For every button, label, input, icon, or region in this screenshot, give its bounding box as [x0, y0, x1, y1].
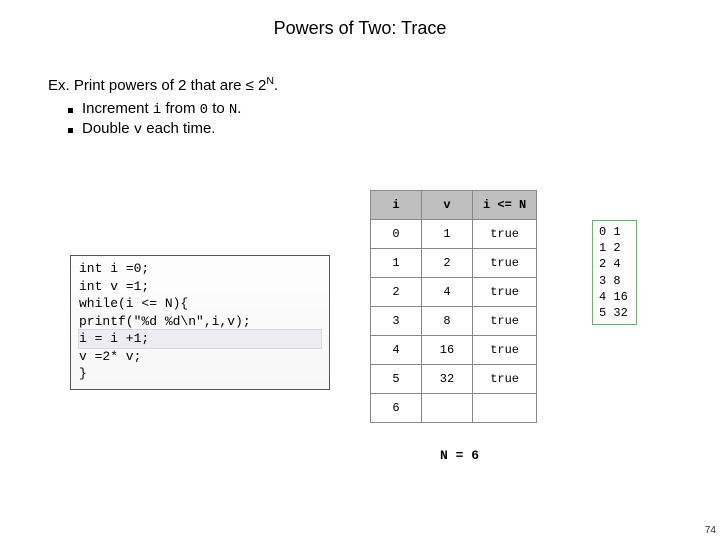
example-label: Ex.: [48, 77, 70, 94]
code-line-6: v =2* v;: [79, 348, 321, 366]
exponent-n: N: [266, 75, 274, 87]
th-i: i: [371, 191, 422, 220]
code-box: int i =0; int v =1; while(i <= N){ print…: [70, 255, 330, 390]
output-box: 0 1 1 2 2 4 3 8 4 16 5 32: [592, 220, 637, 325]
table-row: 12true: [371, 249, 537, 278]
bullet-2-pre: Double: [82, 120, 134, 137]
code-line-3: while(i <= N){: [79, 295, 321, 313]
th-cond: i <= N: [473, 191, 537, 220]
example-text-1: Print powers of 2 that are: [70, 77, 246, 94]
code-line-7: }: [79, 365, 321, 383]
bullet-1-pre: Increment: [82, 100, 153, 117]
bullet-1-mid: from: [161, 100, 199, 117]
cell: 2: [422, 249, 473, 278]
trace-table: i v i <= N 01true 12true 24true 38true 4…: [370, 190, 537, 423]
table-row: 416true: [371, 336, 537, 365]
cell: true: [473, 365, 537, 394]
bullet-list: Increment i from 0 to N. Double v each t…: [66, 100, 672, 138]
le-symbol: ≤: [246, 77, 254, 94]
output-line: 3 8: [599, 274, 621, 288]
cell: 2: [371, 278, 422, 307]
table-row: 24true: [371, 278, 537, 307]
cell: 3: [371, 307, 422, 336]
cell: 0: [371, 220, 422, 249]
table-row: 532true: [371, 365, 537, 394]
code-line-4: printf("%d %d\n",i,v);: [79, 313, 321, 331]
slide-title: Powers of Two: Trace: [0, 0, 720, 39]
output-line: 2 4: [599, 257, 621, 271]
cell: true: [473, 249, 537, 278]
cell: [473, 394, 537, 423]
cell: 5: [371, 365, 422, 394]
n-equals-label: N = 6: [440, 448, 479, 463]
bullet-2: Double v each time.: [66, 120, 672, 138]
cell: 16: [422, 336, 473, 365]
slide: Powers of Two: Trace Ex. Print powers of…: [0, 0, 720, 540]
cell: 8: [422, 307, 473, 336]
cell: true: [473, 336, 537, 365]
th-v: v: [422, 191, 473, 220]
cell: 32: [422, 365, 473, 394]
table-header-row: i v i <= N: [371, 191, 537, 220]
code-line-1: int i =0;: [79, 260, 321, 278]
cell: [422, 394, 473, 423]
cell: 4: [422, 278, 473, 307]
table-row: 6: [371, 394, 537, 423]
cell: true: [473, 307, 537, 336]
bullet-2-var-v: v: [134, 122, 142, 138]
cell: 6: [371, 394, 422, 423]
output-line: 1 2: [599, 241, 621, 255]
cell: 1: [371, 249, 422, 278]
two: 2: [254, 77, 267, 94]
table-row: 38true: [371, 307, 537, 336]
output-line: 0 1: [599, 225, 621, 239]
slide-body: Ex. Print powers of 2 that are ≤ 2N. Inc…: [0, 39, 720, 138]
output-line: 4 16: [599, 290, 628, 304]
cell: 1: [422, 220, 473, 249]
example-line: Ex. Print powers of 2 that are ≤ 2N.: [48, 75, 672, 94]
output-line: 5 32: [599, 306, 628, 320]
table-row: 01true: [371, 220, 537, 249]
bullet-1-zero: 0: [200, 102, 208, 118]
page-number: 74: [705, 525, 716, 536]
cell: 4: [371, 336, 422, 365]
example-text-2: .: [274, 77, 278, 94]
bullet-1-mid2: to: [208, 100, 229, 117]
cell: true: [473, 278, 537, 307]
code-line-5-highlight: i = i +1;: [79, 330, 321, 348]
cell: true: [473, 220, 537, 249]
bullet-2-post: each time.: [142, 120, 215, 137]
bullet-1: Increment i from 0 to N.: [66, 100, 672, 118]
bullet-1-post: .: [237, 100, 241, 117]
code-line-2: int v =1;: [79, 278, 321, 296]
